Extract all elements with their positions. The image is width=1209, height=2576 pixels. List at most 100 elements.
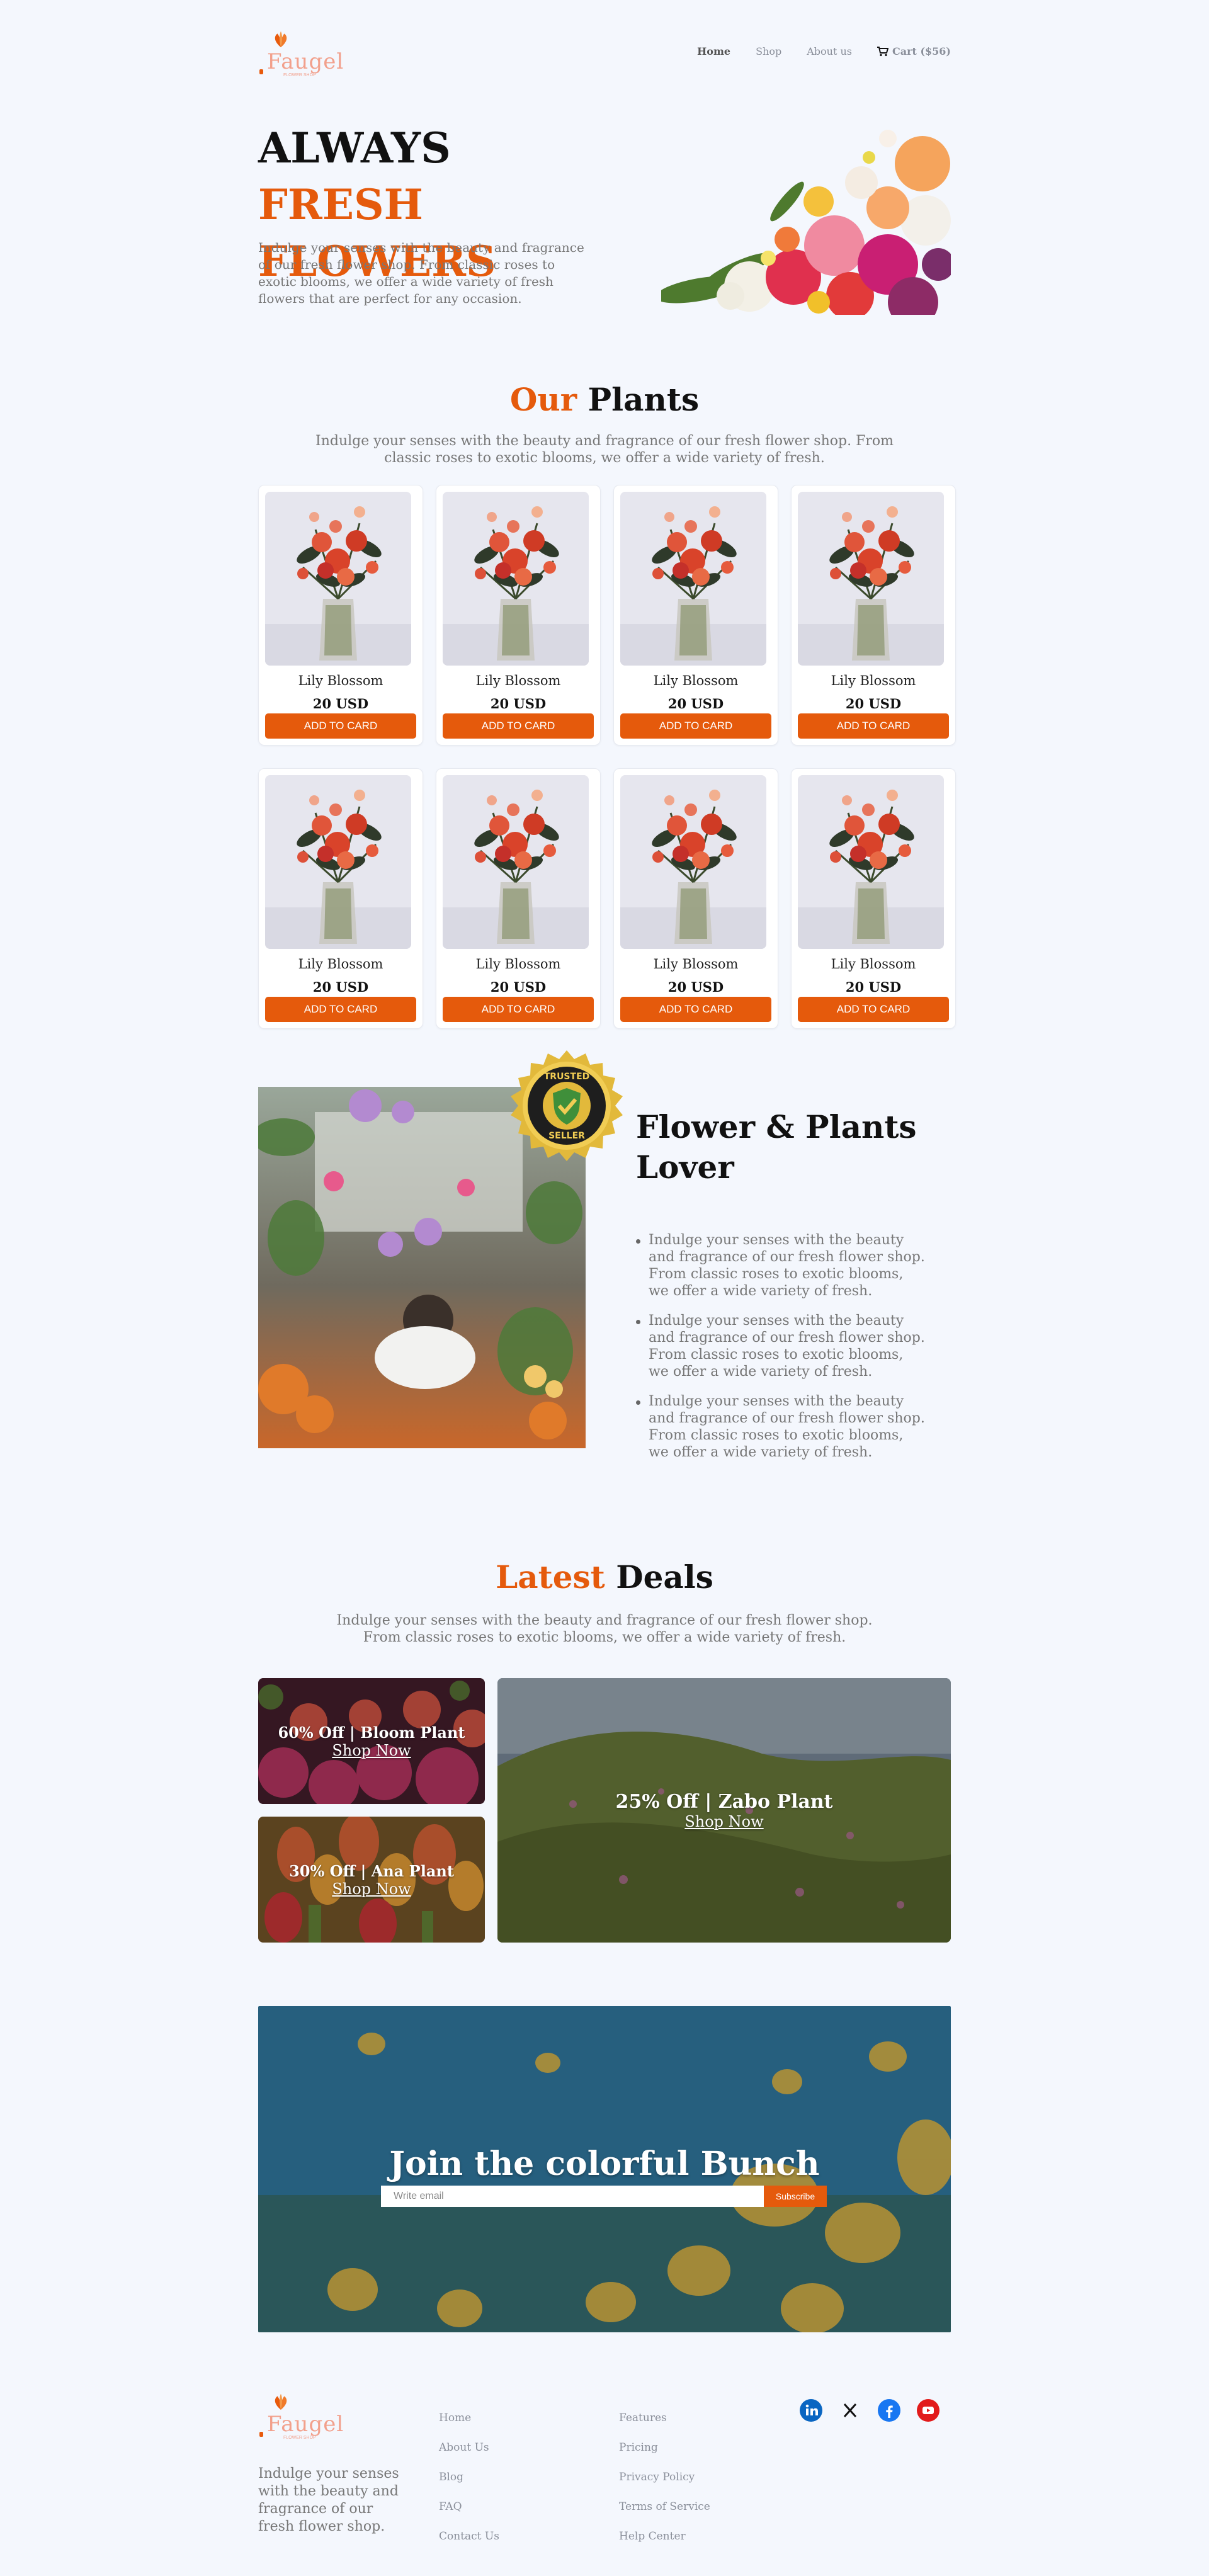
newsletter-form: Subscribe xyxy=(381,2186,827,2207)
add-to-cart-button[interactable]: ADD TO CARD xyxy=(265,997,416,1022)
lover-points: Indulge your senses with the beauty and … xyxy=(636,1232,926,1473)
nav-about[interactable]: About us xyxy=(807,45,852,57)
deal-label: 30% Off | Ana Plant xyxy=(289,1861,454,1880)
add-to-cart-button[interactable]: ADD TO CARD xyxy=(620,997,771,1022)
badge-top-text: TRUSTED xyxy=(544,1072,590,1082)
footer-link-about[interactable]: About Us xyxy=(439,2441,499,2471)
footer-logo[interactable]: Faugel FLOWER SHOP xyxy=(258,2393,343,2440)
site-footer: Faugel FLOWER SHOP Indulge your senses w… xyxy=(258,2393,951,2556)
nav-home[interactable]: Home xyxy=(697,45,730,57)
add-to-cart-button[interactable]: ADD TO CARD xyxy=(620,713,771,739)
product-price: 20 USD xyxy=(845,979,902,995)
logo-mark xyxy=(259,69,263,74)
product-card[interactable]: Lily Blossom 20 USD ADD TO CARD xyxy=(258,485,423,746)
newsletter-section: Join the colorful Bunch Subscribe xyxy=(258,2006,951,2332)
logo-text: Faugel xyxy=(267,2412,344,2437)
footer-link-contact[interactable]: Contact Us xyxy=(439,2530,499,2560)
footer-link-faq[interactable]: FAQ xyxy=(439,2500,499,2530)
facebook-icon[interactable] xyxy=(878,2399,900,2422)
shop-now-link[interactable]: Shop Now xyxy=(332,1742,411,1759)
lover-point: Indulge your senses with the beauty and … xyxy=(636,1232,926,1300)
badge-bottom-text: SELLER xyxy=(548,1131,585,1141)
lover-section: TRUSTED SELLER Flower & Plants Lover Ind… xyxy=(258,1050,951,1460)
bouquet-image xyxy=(443,492,589,666)
add-to-cart-button[interactable]: ADD TO CARD xyxy=(798,997,949,1022)
deals-title-a: Latest xyxy=(496,1558,605,1596)
bouquet-image xyxy=(265,775,411,949)
subscribe-button[interactable]: Subscribe xyxy=(764,2186,827,2207)
logo-mark xyxy=(259,2432,263,2437)
add-to-cart-button[interactable]: ADD TO CARD xyxy=(798,713,949,739)
plants-title: Our Plants xyxy=(258,381,951,418)
deal-label: 25% Off | Zabo Plant xyxy=(615,1790,833,1813)
deal-card-zabo[interactable]: 25% Off | Zabo Plant Shop Now xyxy=(497,1678,951,1943)
cart-link[interactable]: Cart ($56) xyxy=(877,45,951,57)
deal-card-bloom[interactable]: 60% Off | Bloom Plant Shop Now xyxy=(258,1678,485,1804)
nav-shop[interactable]: Shop xyxy=(756,45,781,57)
product-card[interactable]: Lily Blossom 20 USD ADD TO CARD xyxy=(613,768,778,1029)
logo-subtitle: FLOWER SHOP xyxy=(283,2436,316,2440)
deals-section: Latest Deals Indulge your senses with th… xyxy=(258,1558,951,1949)
footer-link-help[interactable]: Help Center xyxy=(619,2530,710,2560)
product-card[interactable]: Lily Blossom 20 USD ADD TO CARD xyxy=(436,768,601,1029)
product-price: 20 USD xyxy=(312,979,369,995)
product-card[interactable]: Lily Blossom 20 USD ADD TO CARD xyxy=(791,768,956,1029)
product-price: 20 USD xyxy=(312,696,369,712)
product-name: Lily Blossom xyxy=(475,673,561,688)
product-card[interactable]: Lily Blossom 20 USD ADD TO CARD xyxy=(613,485,778,746)
cart-label: Cart ($56) xyxy=(892,45,951,57)
deals-title: Latest Deals xyxy=(258,1558,951,1596)
trusted-seller-badge-icon: TRUSTED SELLER xyxy=(511,1050,623,1161)
email-input[interactable] xyxy=(381,2186,764,2207)
logo[interactable]: Faugel FLOWER SHOP xyxy=(258,30,343,77)
product-card[interactable]: Lily Blossom 20 USD ADD TO CARD xyxy=(258,768,423,1029)
product-name: Lily Blossom xyxy=(831,673,916,688)
hero-description: Indulge your senses with the beauty and … xyxy=(258,240,584,306)
logo-subtitle: FLOWER SHOP xyxy=(283,73,316,77)
linkedin-icon[interactable] xyxy=(800,2399,822,2422)
add-to-cart-button[interactable]: ADD TO CARD xyxy=(265,713,416,739)
add-to-cart-button[interactable]: ADD TO CARD xyxy=(443,713,594,739)
deal-card-ana[interactable]: 30% Off | Ana Plant Shop Now xyxy=(258,1817,485,1943)
bouquet-image xyxy=(798,492,944,666)
footer-link-pricing[interactable]: Pricing xyxy=(619,2441,710,2471)
social-links xyxy=(800,2399,939,2422)
lover-point: Indulge your senses with the beauty and … xyxy=(636,1393,926,1461)
product-card[interactable]: Lily Blossom 20 USD ADD TO CARD xyxy=(791,485,956,746)
bouquet-image xyxy=(620,492,766,666)
footer-link-privacy[interactable]: Privacy Policy xyxy=(619,2471,710,2500)
plants-title-a: Our xyxy=(509,381,577,418)
product-price: 20 USD xyxy=(845,696,902,712)
add-to-cart-button[interactable]: ADD TO CARD xyxy=(443,997,594,1022)
plants-description: Indulge your senses with the beauty and … xyxy=(315,433,894,466)
hero-bouquet-image xyxy=(661,130,951,315)
lover-title: Flower & Plants Lover xyxy=(636,1108,917,1186)
product-price: 20 USD xyxy=(667,696,724,712)
product-price: 20 USD xyxy=(490,696,547,712)
plants-title-b: Plants xyxy=(587,381,700,418)
shop-now-link[interactable]: Shop Now xyxy=(332,1880,411,1898)
x-icon[interactable] xyxy=(839,2399,861,2422)
footer-link-blog[interactable]: Blog xyxy=(439,2471,499,2500)
deals-description: Indulge your senses with the beauty and … xyxy=(336,1613,873,1645)
main-nav: Home Shop About us Cart ($56) xyxy=(697,45,951,57)
product-name: Lily Blossom xyxy=(475,956,561,972)
site-header: Faugel FLOWER SHOP Home Shop About us Ca… xyxy=(258,25,951,82)
footer-link-terms[interactable]: Terms of Service xyxy=(619,2500,710,2530)
youtube-icon[interactable] xyxy=(917,2399,939,2422)
footer-link-features[interactable]: Features xyxy=(619,2412,710,2441)
plants-section: Our Plants Indulge your senses with the … xyxy=(258,381,956,1036)
product-name: Lily Blossom xyxy=(298,673,383,688)
product-price: 20 USD xyxy=(667,979,724,995)
shop-now-link[interactable]: Shop Now xyxy=(684,1813,763,1830)
bouquet-image xyxy=(265,492,411,666)
deal-label: 60% Off | Bloom Plant xyxy=(278,1723,465,1742)
product-grid: Lily Blossom 20 USD ADD TO CARD Lily Blosso… xyxy=(258,485,956,1029)
hero-title-a: ALWAYS xyxy=(258,123,451,173)
footer-description: Indulge your senses with the beauty and … xyxy=(258,2466,399,2534)
product-card[interactable]: Lily Blossom 20 USD ADD TO CARD xyxy=(436,485,601,746)
footer-link-home[interactable]: Home xyxy=(439,2412,499,2441)
footer-links-col1: Home About Us Blog FAQ Contact Us xyxy=(439,2412,499,2560)
bouquet-image xyxy=(620,775,766,949)
newsletter-title: Join the colorful Bunch xyxy=(389,2145,820,2183)
